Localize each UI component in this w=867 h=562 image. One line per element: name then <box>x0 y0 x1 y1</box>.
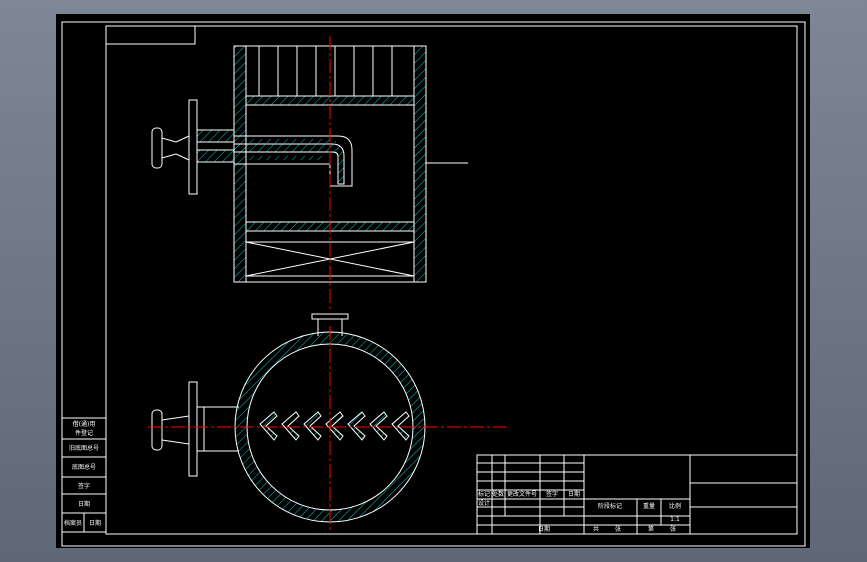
sheet-label-sheet: 张 <box>670 525 676 533</box>
header-label-date: 日期 <box>568 490 580 498</box>
header-label-change-doc: 更改文件号 <box>507 490 537 498</box>
stage-label-weight: 重量 <box>643 502 655 510</box>
vessel-cross-section <box>151 313 426 523</box>
register-label-1: 借(通)用 <box>73 420 96 428</box>
header-label-count: 处数 <box>492 490 504 498</box>
header-label-mark: 标记 <box>478 490 490 498</box>
register-label-8: 日期 <box>89 519 101 527</box>
register-label-4: 底图总号 <box>72 463 96 471</box>
stage-label-scale: 比例 <box>669 502 681 510</box>
role-label-design: 设计 <box>478 499 490 507</box>
outer-border <box>61 21 806 547</box>
register-label-7: 档案员 <box>64 519 82 527</box>
title-block: 标记 处数 更改文件号 签字 日期 设计 日期 阶段标记 重量 比例 1:1 共… <box>476 454 798 535</box>
left-register: 借(通)用 件登记 旧底图总号 底图总号 签字 日期 档案员 日期 <box>61 417 107 533</box>
sheet-label-sheets: 张 <box>615 525 621 533</box>
corner-tag-box <box>105 25 196 45</box>
header-label-sign: 签字 <box>546 490 558 498</box>
register-label-2: 件登记 <box>75 429 93 437</box>
centerlines <box>148 36 508 532</box>
sheet-label-no: 第 <box>648 525 654 533</box>
register-label-3: 旧底图总号 <box>69 444 99 452</box>
drawing-sheet: 借(通)用 件登记 旧底图总号 底图总号 签字 日期 档案员 日期 标记 处数 … <box>56 14 810 548</box>
stage-label-mark: 阶段标记 <box>598 502 622 510</box>
register-label-6: 日期 <box>78 500 90 508</box>
vessel-section-view <box>151 45 468 283</box>
register-label-5: 签字 <box>78 482 90 490</box>
role-label-date: 日期 <box>538 525 550 533</box>
cad-drawing: 借(通)用 件登记 旧底图总号 底图总号 签字 日期 档案员 日期 标记 处数 … <box>61 21 806 547</box>
sheet-label-total: 共 <box>593 525 599 533</box>
scale-value: 1:1 <box>670 516 680 523</box>
inner-border <box>105 25 798 535</box>
